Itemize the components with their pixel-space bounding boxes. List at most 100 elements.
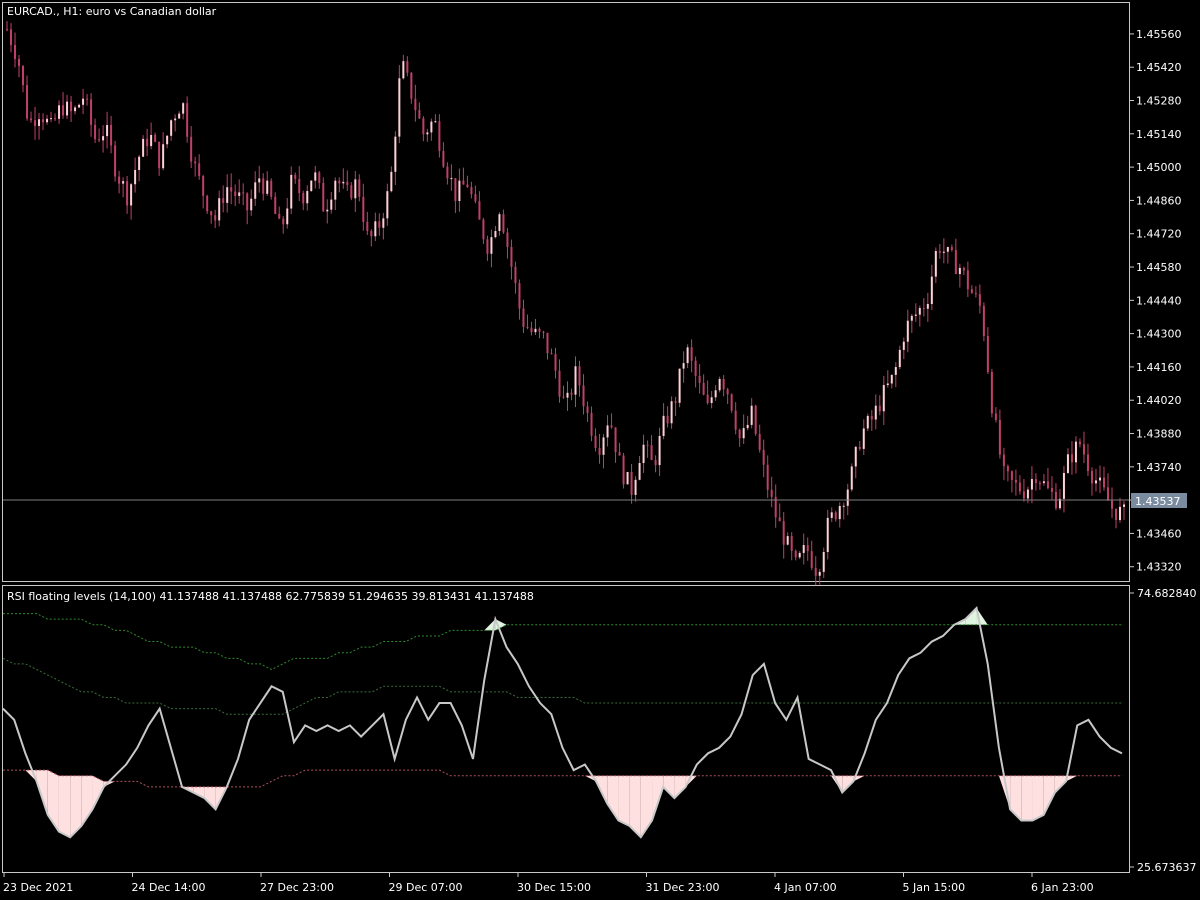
candle-body (610, 425, 613, 428)
candle-body (362, 196, 365, 222)
candle-body (702, 382, 705, 395)
oversold-fill (618, 775, 630, 827)
candle-body (126, 181, 129, 206)
candle-body (594, 435, 597, 448)
candle-body (886, 383, 889, 386)
candle-body (926, 303, 929, 309)
candle-body (866, 415, 869, 429)
candle-body (614, 427, 617, 453)
candle-body (234, 191, 237, 196)
candle-body (290, 174, 293, 209)
candle-body (882, 385, 885, 412)
candle-body (726, 389, 729, 395)
candle-body (62, 105, 65, 116)
candle-body (254, 182, 257, 199)
candle-body (918, 308, 921, 315)
indicator-frame[interactable] (2, 585, 1130, 873)
price-axis[interactable]: 1.45560 1.45420 1.45280 1.45140 1.45000 1.448… (1130, 28, 1182, 574)
candle-body (754, 405, 757, 434)
candle-body (326, 209, 329, 212)
candle-body (378, 221, 381, 228)
candle-body (826, 517, 829, 553)
candle-body (202, 175, 205, 196)
candle-body (786, 536, 789, 545)
time-axis[interactable]: 23 Dec 2021 24 Dec 14:00 27 Dec 23:00 29 De… (3, 873, 1094, 894)
candle-body (958, 267, 961, 275)
price-label: 1.43320 (1136, 561, 1182, 574)
candle-body (890, 374, 893, 384)
candle-body (526, 326, 529, 328)
candle-body (902, 341, 905, 350)
candle-body (550, 353, 553, 355)
candle-body (914, 314, 917, 316)
trading-chart[interactable]: 1.45560 1.45420 1.45280 1.45140 1.45000 1.448… (0, 0, 1200, 900)
candle-body (778, 517, 781, 522)
candle-body (466, 184, 469, 188)
candle-body (130, 184, 133, 206)
candle-body (498, 214, 501, 232)
candle-body (538, 328, 541, 332)
candle-body (470, 187, 473, 195)
candle-body (766, 464, 769, 490)
price-label: 1.44020 (1136, 394, 1182, 407)
price-label: 1.45280 (1136, 95, 1182, 108)
candle-body (1002, 454, 1005, 467)
candle-body (1038, 482, 1041, 484)
candle-body (618, 452, 621, 456)
candle-body (818, 571, 821, 576)
candle-body (830, 512, 833, 518)
price-label: 1.44300 (1136, 328, 1182, 341)
candle-body (494, 231, 497, 238)
candle-body (90, 99, 93, 125)
candle-body (58, 105, 61, 119)
candle-body (690, 347, 693, 361)
candle-body (178, 113, 181, 119)
time-label: 31 Dec 23:00 (646, 881, 720, 894)
candle-body (878, 405, 881, 412)
candle-body (1110, 500, 1113, 509)
main-chart-frame[interactable] (2, 2, 1130, 582)
candle-body (102, 136, 105, 141)
candle-body (194, 161, 197, 164)
candle-body (698, 375, 701, 383)
candle-body (246, 193, 249, 211)
candle-body (1014, 479, 1017, 483)
candle-body (870, 415, 873, 420)
candle-body (906, 320, 909, 342)
candle-body (242, 192, 245, 194)
candle-body (250, 198, 253, 211)
candle-body (566, 392, 569, 398)
candle-body (990, 371, 993, 414)
candle-body (414, 98, 417, 111)
candle-body (898, 349, 901, 368)
candle-body (806, 545, 809, 552)
candle-body (910, 315, 913, 321)
time-label: 30 Dec 15:00 (517, 881, 591, 894)
candle-body (714, 390, 717, 398)
candle-body (658, 435, 661, 466)
candle-body (638, 463, 641, 480)
candle-body (406, 61, 409, 73)
candle-body (410, 72, 413, 99)
candle-body (1094, 480, 1097, 484)
price-label: 1.45000 (1136, 161, 1182, 174)
candle-body (486, 239, 489, 254)
candle-body (542, 331, 545, 333)
candle-body (142, 138, 145, 157)
candle-body (606, 425, 609, 438)
candle-body (994, 413, 997, 420)
candle-body (390, 171, 393, 192)
oversold-fill (1021, 775, 1033, 821)
candle-body (206, 195, 209, 212)
candle-body (78, 104, 81, 108)
candle-body (458, 180, 461, 202)
candle-body (22, 66, 25, 86)
candle-body (366, 221, 369, 232)
candle-body (650, 445, 653, 460)
candle-body (1018, 482, 1021, 492)
candle-body (210, 211, 213, 216)
candle-body (86, 98, 89, 100)
candle-body (962, 267, 965, 271)
candle-body (966, 270, 969, 290)
candle-body (1022, 491, 1025, 499)
